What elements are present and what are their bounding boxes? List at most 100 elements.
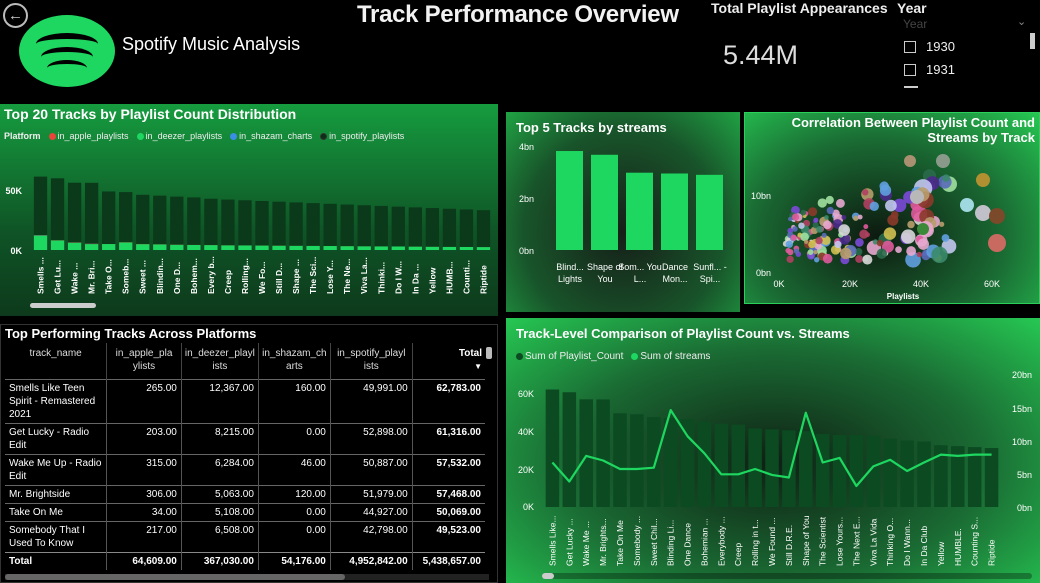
- value-cell: 61,316.00: [412, 422, 485, 454]
- table-row[interactable]: Wake Me Up - Radio Edit 315.00 6,284.00 46.…: [5, 453, 485, 485]
- table-row[interactable]: Take On Me 34.00 5,108.00 0.00 44,927.00 50,0…: [5, 502, 485, 521]
- checkbox[interactable]: [904, 40, 916, 53]
- table-horizontal-scrollbar[interactable]: [5, 574, 489, 580]
- value-cell: 265.00: [106, 378, 182, 423]
- total-value-cell: 54,176.00: [258, 551, 331, 570]
- year-slicer-header: Year: [903, 17, 928, 31]
- x-tick-label: Yellow: [427, 267, 437, 294]
- bar-segment: [50, 178, 65, 241]
- year-option[interactable]: 1930: [904, 39, 955, 54]
- top20-scrollbar[interactable]: [30, 303, 96, 308]
- y-tick-label: 5bn: [1017, 470, 1032, 480]
- column-header[interactable]: in_apple_pla ylists: [106, 343, 182, 379]
- brand-title: Spotify Music Analysis: [122, 34, 301, 54]
- scatter-point: [800, 209, 807, 216]
- y-tick-label: 0bn: [1017, 503, 1032, 513]
- kpi-label: Total Playlist Appearances: [711, 0, 888, 16]
- scatter-point: [786, 255, 794, 263]
- scatter-point: [807, 249, 814, 255]
- scatter-point: [792, 226, 798, 232]
- bar-segment: [67, 242, 82, 250]
- table-row[interactable]: Mr. Brightside 306.00 5,063.00 120.00 51,979…: [5, 484, 485, 503]
- track-name-cell: Mr. Brightside: [5, 484, 108, 503]
- y-tick-label: 0bn: [756, 268, 771, 278]
- scatter-point: [887, 214, 899, 226]
- x-tick-label: HUMB...: [444, 261, 454, 294]
- x-tick-label: Shape ...: [291, 259, 301, 294]
- bar-segment: [102, 244, 116, 250]
- value-cell: 0.00: [258, 520, 331, 552]
- scatter-point: [822, 253, 833, 264]
- x-tick-label: Lose Yours...: [835, 517, 845, 566]
- table-row[interactable]: Smells Like Teen Spirit - Remastered 202…: [5, 378, 485, 423]
- column-header[interactable]: in_deezer_playl ists: [181, 343, 259, 379]
- value-cell: 62,783.00: [412, 378, 485, 423]
- bar-segment: [136, 194, 150, 244]
- x-tick-label: Mr. Bri...: [87, 260, 97, 294]
- y-tick-label: 4bn: [519, 142, 534, 152]
- scatter-point: [855, 238, 864, 247]
- bar-segment: [187, 197, 201, 245]
- back-arrow-icon[interactable]: ←: [3, 3, 28, 28]
- bar-segment: [442, 246, 457, 250]
- scatter-point: [859, 229, 869, 239]
- total-header-label: Total: [458, 348, 482, 359]
- combo-scrollbar[interactable]: [542, 573, 1032, 579]
- checkbox[interactable]: [904, 63, 916, 76]
- bar-segment: [33, 235, 48, 250]
- scatter-point: [989, 208, 1005, 224]
- correlation-chart-panel: Correlation Between Playlist Count and S…: [744, 112, 1040, 304]
- value-cell: 50,887.00: [330, 453, 413, 485]
- value-cell: 0.00: [258, 422, 331, 454]
- x-tick-label: Smells Like...: [547, 515, 557, 566]
- x-tick-label: Blinding Li...: [666, 520, 676, 566]
- slicer-scrollbar[interactable]: [1030, 33, 1035, 49]
- y-tick-label: 40K: [518, 427, 534, 437]
- value-cell: 49,991.00: [330, 378, 413, 423]
- bar-segment: [476, 247, 491, 250]
- x-tick-label: Take On Me: [615, 520, 625, 566]
- value-cell: 5,063.00: [181, 484, 259, 503]
- column-header[interactable]: track_name: [5, 343, 108, 379]
- value-cell: 50,069.00: [412, 502, 485, 521]
- bar-segment: [391, 206, 405, 247]
- slicer-next-item: [904, 86, 918, 88]
- column-header[interactable]: in_spotify_playl ists: [330, 343, 413, 379]
- total-label-cell: Total: [5, 551, 108, 570]
- combo-chart: 60K 40K 20K 0K 20bn 15bn 10bn 5bn 0bn Smells Like…: [518, 370, 1032, 566]
- scatter-point: [869, 201, 879, 211]
- bar-segment: [357, 205, 371, 247]
- scatter-point: [883, 227, 897, 240]
- year-option[interactable]: 1931: [904, 62, 955, 77]
- table-vertical-scrollbar[interactable]: [486, 347, 492, 359]
- scatter-point: [808, 207, 818, 217]
- scatter-point: [904, 155, 916, 167]
- bar: [748, 428, 762, 507]
- chevron-down-icon[interactable]: ⌄: [1017, 15, 1026, 28]
- x-tick-label: Lights: [558, 274, 583, 284]
- bar-segment: [306, 203, 320, 246]
- scatter-point: [895, 246, 902, 253]
- scatter-point: [862, 189, 869, 196]
- bar: [917, 441, 931, 507]
- bar: [556, 151, 583, 250]
- combo-chart-panel: Track-Level Comparison of Playlist Count…: [506, 318, 1040, 583]
- x-tick-label: Sunfl... -: [693, 262, 727, 272]
- bar-segment: [340, 246, 354, 250]
- bar: [626, 172, 653, 250]
- bar: [900, 440, 914, 507]
- table-row[interactable]: Get Lucky - Radio Edit 203.00 8,215.00 0.00…: [5, 422, 485, 454]
- top20-chart-panel: Top 20 Tracks by Playlist Count Distribu…: [0, 104, 498, 316]
- x-tick-label: Wake Me ...: [581, 521, 591, 566]
- value-cell: 57,532.00: [412, 453, 485, 485]
- scatter-point: [816, 225, 824, 233]
- column-header[interactable]: in_shazam_ch arts: [258, 343, 331, 379]
- bar-segment: [255, 245, 269, 250]
- scatter-point: [823, 220, 832, 230]
- table-row[interactable]: Somebody That I Used To Know 217.00 6,508.…: [5, 520, 485, 552]
- value-cell: 120.00: [258, 484, 331, 503]
- value-cell: 203.00: [106, 422, 182, 454]
- column-header-total[interactable]: Total ▼: [412, 343, 485, 379]
- bar-segment: [272, 201, 286, 246]
- bar: [663, 418, 678, 507]
